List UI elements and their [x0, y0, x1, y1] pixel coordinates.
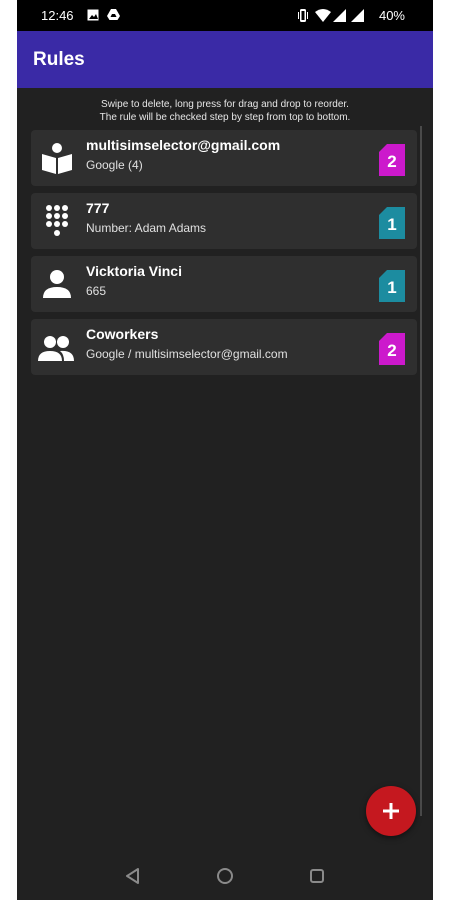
rule-name: Vicktoria Vinci — [86, 263, 182, 279]
drive-icon — [107, 9, 120, 20]
phone-screen: 12:46 40% Rules Swipe to delete, long pr… — [17, 0, 433, 900]
instructions-line-2: The rule will be checked step by step fr… — [99, 112, 351, 123]
rule-item[interactable]: multisimselector@gmail.com Google (4) 2 — [31, 130, 417, 186]
vibrate-icon — [298, 9, 308, 22]
dialpad-icon — [46, 205, 68, 236]
sim-number: 2 — [387, 341, 397, 360]
contact-book-icon — [42, 143, 72, 174]
status-time: 12:46 — [41, 8, 74, 23]
group-icon — [38, 336, 74, 361]
rule-detail: 665 — [86, 284, 107, 298]
rule-name: Coworkers — [86, 326, 159, 342]
plus-icon — [383, 803, 399, 819]
recents-icon[interactable] — [307, 866, 327, 886]
sim-badge: 1 — [379, 207, 405, 239]
rule-name: multisimselector@gmail.com — [86, 137, 281, 153]
sim-number: 1 — [387, 215, 397, 234]
rule-detail: Google / multisimselector@gmail.com — [86, 347, 288, 361]
rule-detail: Number: Adam Adams — [86, 221, 207, 235]
person-icon — [43, 270, 71, 298]
sim-number: 2 — [387, 152, 397, 171]
sim-badge: 2 — [379, 144, 405, 176]
add-rule-button[interactable] — [366, 786, 416, 836]
rule-name: 777 — [86, 200, 110, 216]
app-bar: Rules — [17, 31, 433, 88]
instructions-text: Swipe to delete, long press for drag and… — [17, 98, 433, 124]
rule-detail: Google (4) — [86, 158, 143, 172]
sim-number: 1 — [387, 278, 397, 297]
system-nav-bar — [17, 850, 433, 900]
wifi-icon — [315, 9, 331, 22]
instructions-line-1: Swipe to delete, long press for drag and… — [101, 99, 349, 110]
battery-percent: 40% — [378, 8, 405, 23]
rule-item[interactable]: 777 Number: Adam Adams 1 — [31, 193, 417, 249]
rule-item[interactable]: Vicktoria Vinci 665 1 — [31, 256, 417, 312]
home-icon[interactable] — [215, 866, 235, 886]
signal-icon — [351, 9, 364, 22]
rule-item[interactable]: Coworkers Google / multisimselector@gmai… — [31, 319, 417, 375]
image-icon — [87, 9, 99, 21]
sim-badge: 1 — [379, 270, 405, 302]
back-icon[interactable] — [123, 866, 143, 886]
page-title: Rules — [33, 49, 85, 70]
status-bar: 12:46 40% — [17, 0, 433, 31]
sim-badge: 2 — [379, 333, 405, 365]
signal-icon — [333, 9, 346, 22]
scrollbar[interactable] — [420, 126, 422, 816]
